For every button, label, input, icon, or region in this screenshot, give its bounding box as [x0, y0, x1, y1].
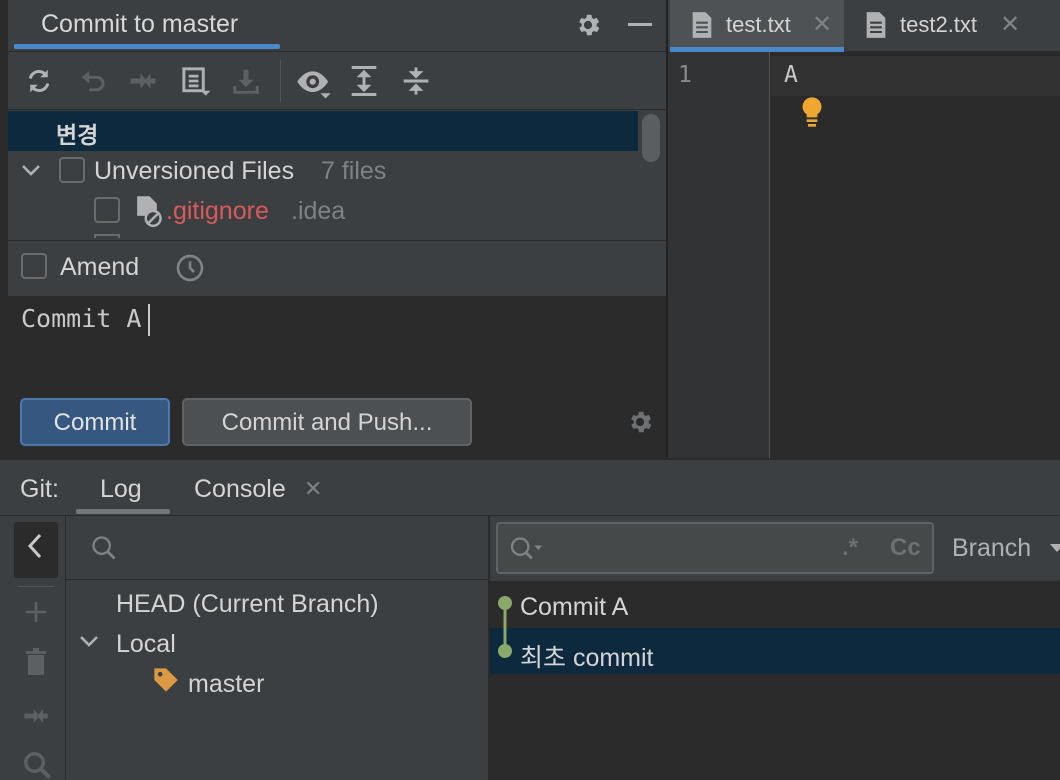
toolbar-divider	[18, 586, 54, 587]
ignored-file-icon	[137, 196, 162, 227]
commit-panel-title[interactable]: Commit to master	[41, 10, 238, 39]
diff-icon[interactable]	[128, 66, 158, 96]
unversioned-count: 7 files	[321, 157, 387, 185]
history-clock-icon[interactable]	[174, 252, 206, 284]
commit-and-push-label: Commit and Push...	[221, 409, 433, 436]
add-icon[interactable]	[24, 600, 48, 624]
branches-panel: HEAD (Current Branch) Local master	[66, 516, 490, 780]
editor-panel: test.txt ✕ test2.txt ✕ 1 A	[666, 0, 1060, 458]
commit-options-gear-icon[interactable]	[626, 408, 654, 436]
update-icon[interactable]	[231, 66, 261, 96]
unversioned-label: Unversioned Files	[94, 157, 295, 185]
search-history-icon[interactable]	[508, 535, 544, 563]
rollback-icon[interactable]	[78, 66, 108, 96]
lightbulb-icon[interactable]	[800, 96, 824, 128]
editor-tab-bar: test.txt ✕ test2.txt ✕	[668, 0, 1060, 52]
log-filter-bar: .* Cc Branch	[490, 516, 1060, 582]
branch-search-field[interactable]	[66, 516, 490, 580]
close-icon[interactable]: ✕	[304, 476, 322, 502]
compare-icon[interactable]	[22, 702, 50, 730]
branch-head[interactable]: HEAD (Current Branch)	[116, 590, 379, 619]
line-number: 1	[678, 62, 692, 88]
regex-toggle[interactable]: .*	[842, 534, 858, 562]
tab-label: test2.txt	[900, 12, 978, 37]
editor-current-line	[771, 56, 1060, 96]
search-icon[interactable]	[22, 750, 52, 780]
delete-icon[interactable]	[24, 648, 48, 676]
active-tab-underline	[14, 44, 280, 49]
chevron-left-icon[interactable]	[24, 532, 46, 560]
commit-message-area[interactable]: Commit A Commit Commit and Push...	[8, 296, 666, 458]
tab-log[interactable]: Log	[100, 475, 142, 504]
amend-label[interactable]: Amend	[60, 253, 139, 282]
tree-row-partial	[94, 234, 120, 238]
file-name: .gitignore	[166, 197, 269, 225]
branch-filter[interactable]: Branch	[952, 534, 1031, 563]
commit-and-push-button[interactable]: Commit and Push...	[182, 398, 472, 446]
match-case-toggle[interactable]: Cc	[890, 534, 921, 562]
changes-header-row[interactable]: 변경	[8, 111, 638, 151]
changes-tree: 변경 Unversioned Files 7 files .gitignore …	[8, 110, 666, 240]
search-icon	[92, 536, 116, 560]
branch-master[interactable]: master	[188, 670, 264, 699]
tree-row-file[interactable]: .gitignore .idea	[8, 191, 638, 231]
editor-gutter: 1	[668, 52, 770, 458]
git-label: Git:	[20, 475, 59, 503]
commit-button-label: Commit	[53, 409, 137, 436]
text-file-icon	[692, 12, 712, 38]
commit-message: 최초 commit	[520, 644, 654, 672]
commit-button[interactable]: Commit	[20, 398, 170, 446]
tag-icon	[154, 668, 178, 692]
chevron-down-icon[interactable]	[1050, 542, 1060, 554]
log-search-input[interactable]: .* Cc	[496, 522, 934, 574]
commit-panel-header: Commit to master	[8, 0, 666, 52]
text-cursor	[148, 304, 150, 336]
file-checkbox[interactable]	[94, 197, 120, 223]
editor-line-text[interactable]: A	[784, 62, 798, 88]
close-icon[interactable]: ✕	[812, 10, 832, 39]
minimize-icon[interactable]	[628, 23, 652, 26]
commit-graph	[498, 596, 512, 658]
tab-label: test.txt	[726, 12, 791, 37]
commit-row[interactable]: Commit A	[490, 584, 1060, 628]
close-icon[interactable]: ✕	[1000, 10, 1020, 39]
collapse-all-icon[interactable]	[401, 65, 431, 97]
tab-console[interactable]: Console	[194, 475, 286, 504]
git-tool-window: Git: Log Console ✕ HEAD (Current Branch)…	[0, 458, 1060, 780]
tab-test2-txt[interactable]: test2.txt ✕	[844, 0, 1024, 52]
chevron-down-icon[interactable]	[20, 161, 42, 179]
changes-header: 변경	[56, 122, 99, 148]
amend-row: Amend	[8, 240, 666, 296]
amend-checkbox[interactable]	[21, 253, 47, 279]
commit-message: Commit A	[520, 593, 629, 621]
tree-row-unversioned[interactable]: Unversioned Files 7 files	[8, 151, 638, 191]
text-file-icon	[866, 12, 886, 38]
refresh-icon[interactable]	[24, 66, 54, 96]
gear-icon[interactable]	[574, 11, 602, 39]
chevron-down-icon[interactable]	[78, 632, 100, 650]
tree-scrollbar[interactable]	[642, 114, 660, 162]
git-tab-bar: Git: Log Console ✕	[0, 460, 1060, 516]
unversioned-checkbox[interactable]	[59, 157, 85, 183]
commit-panel: Commit to master 변경 Unversioned Files 7 …	[0, 0, 666, 458]
file-dir: .idea	[291, 197, 346, 225]
shelve-icon[interactable]	[180, 64, 212, 98]
active-tab-underline	[76, 509, 170, 514]
commit-row-selected[interactable]: 최초 commit	[490, 628, 1060, 674]
expand-all-icon[interactable]	[349, 65, 379, 97]
tab-test-txt[interactable]: test.txt ✕	[670, 0, 844, 52]
branches-toolbar	[8, 516, 66, 780]
toolbar-divider	[280, 60, 281, 102]
commit-message[interactable]: Commit A	[21, 304, 141, 333]
eye-icon[interactable]	[296, 66, 332, 100]
log-panel: .* Cc Branch Commit A 최초 commit	[490, 516, 1060, 780]
branch-local[interactable]: Local	[116, 630, 176, 659]
commit-toolbar	[8, 52, 666, 110]
